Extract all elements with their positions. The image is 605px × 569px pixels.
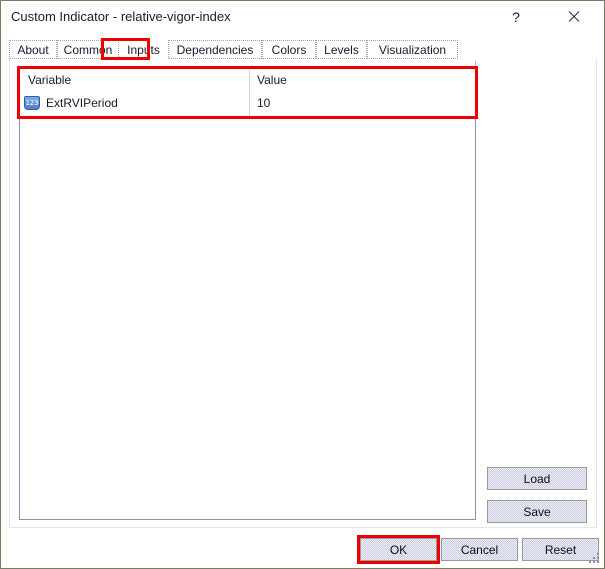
variable-value-cell[interactable]: 10 xyxy=(257,96,270,110)
close-button[interactable] xyxy=(552,1,594,32)
inputs-list[interactable]: Variable Value 123 ExtRVIPeriod 10 xyxy=(19,68,476,520)
tab-colors[interactable]: Colors xyxy=(262,40,316,59)
ok-button[interactable]: OK xyxy=(360,538,437,561)
tab-strip: About Common Inputs Dependencies Colors Level… xyxy=(9,40,597,60)
question-mark-icon: ? xyxy=(512,8,520,25)
help-button[interactable]: ? xyxy=(495,1,537,32)
save-button[interactable]: Save xyxy=(487,500,587,523)
tab-visualization[interactable]: Visualization xyxy=(367,40,458,59)
column-header-variable[interactable]: Variable xyxy=(28,73,71,87)
tab-about[interactable]: About xyxy=(9,40,57,59)
inputs-list-header: Variable Value xyxy=(20,69,475,90)
tab-dependencies[interactable]: Dependencies xyxy=(168,40,262,59)
tab-levels[interactable]: Levels xyxy=(316,40,367,59)
resize-grip[interactable] xyxy=(589,553,601,565)
column-header-value[interactable]: Value xyxy=(257,73,287,87)
cancel-button[interactable]: Cancel xyxy=(441,538,518,561)
numeric-type-icon: 123 xyxy=(24,96,40,110)
tab-common[interactable]: Common xyxy=(57,40,119,59)
close-icon xyxy=(567,10,580,23)
title-bar: Custom Indicator - relative-vigor-index … xyxy=(1,1,604,34)
reset-button[interactable]: Reset xyxy=(522,538,599,561)
load-button[interactable]: Load xyxy=(487,467,587,490)
variable-name-cell[interactable]: ExtRVIPeriod xyxy=(46,96,118,110)
window-title: Custom Indicator - relative-vigor-index xyxy=(11,9,231,24)
tab-inputs[interactable]: Inputs xyxy=(119,40,168,59)
custom-indicator-dialog: Custom Indicator - relative-vigor-index … xyxy=(0,0,605,569)
numeric-type-icon-text: 123 xyxy=(25,98,39,107)
table-row[interactable]: 123 ExtRVIPeriod 10 xyxy=(20,93,475,115)
